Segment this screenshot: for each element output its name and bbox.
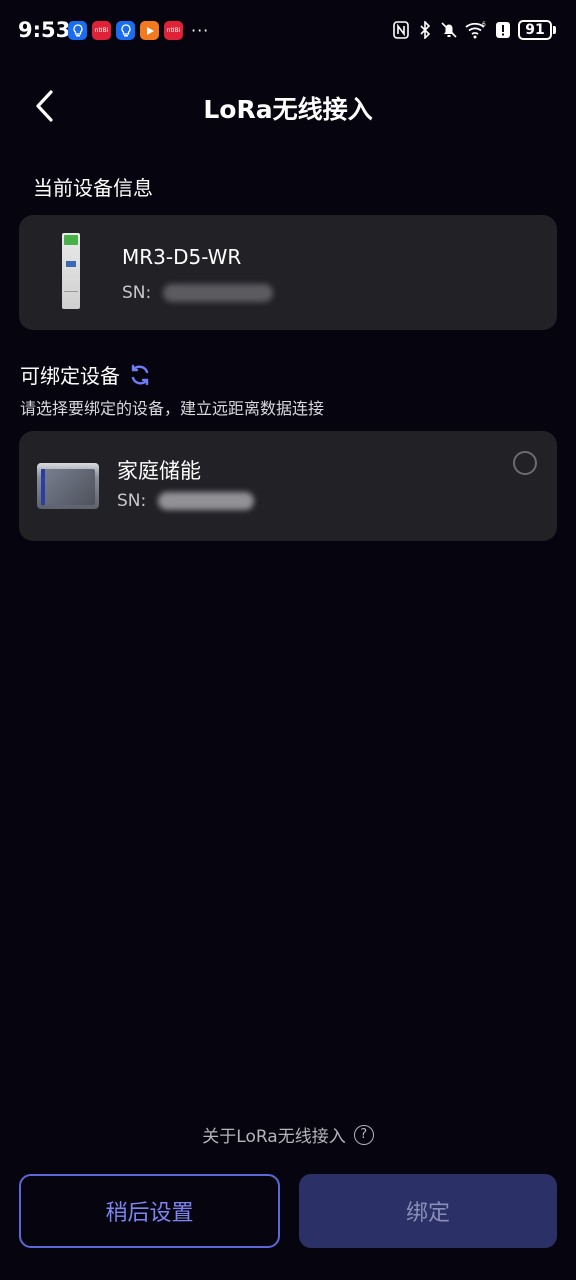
battery-icon: 91 — [518, 20, 556, 40]
page-title: LoRa无线接入 — [203, 95, 373, 124]
alert-icon — [494, 20, 512, 40]
current-device-name: MR3-D5-WR — [122, 245, 242, 269]
bindable-devices-section-title: 可绑定设备 — [20, 360, 152, 389]
bulb-app-icon-2 — [116, 21, 135, 40]
meter-device-image — [62, 233, 80, 309]
bind-button[interactable]: 绑定 — [299, 1174, 557, 1248]
status-bar: 9:53 ntIBi ntIBi ··· 6 91 — [0, 0, 576, 60]
sn-redacted — [162, 284, 273, 302]
svg-text:6: 6 — [482, 21, 486, 28]
device-select-radio[interactable] — [513, 451, 537, 475]
bindable-device-sn: SN: — [117, 491, 254, 511]
current-device-section-title: 当前设备信息 — [33, 176, 153, 200]
wifi-icon: 6 — [464, 20, 488, 40]
bindable-device-item[interactable]: 家庭储能 SN: — [19, 431, 557, 541]
more-notifications-icon: ··· — [191, 21, 210, 40]
system-icons: 6 91 — [392, 20, 556, 40]
notification-icons: ntIBi ntIBi ··· — [68, 21, 209, 40]
help-icon: ? — [353, 1124, 374, 1145]
status-time: 9:53 — [18, 18, 71, 42]
bluetooth-icon — [416, 20, 434, 40]
news-app-icon-2: ntIBi — [164, 21, 183, 40]
nfc-icon — [392, 20, 410, 40]
current-device-sn: SN: — [122, 283, 273, 303]
battery-level: 91 — [518, 20, 552, 40]
sn-redacted — [157, 492, 254, 510]
play-app-icon — [140, 21, 159, 40]
mute-bell-icon — [440, 20, 458, 40]
home-battery-image — [37, 463, 99, 509]
bulb-app-icon — [68, 21, 87, 40]
header: LoRa无线接入 — [0, 78, 576, 134]
news-app-icon: ntIBi — [92, 21, 111, 40]
lora-access-screen: 9:53 ntIBi ntIBi ··· 6 91 LoRa无线接入 当前设备信… — [0, 0, 576, 1280]
bindable-device-name: 家庭储能 — [117, 459, 201, 483]
about-lora-link[interactable]: 关于LoRa无线接入 ? — [0, 1122, 576, 1147]
bindable-devices-subtitle: 请选择要绑定的设备，建立远距离数据连接 — [20, 399, 325, 418]
refresh-icon[interactable] — [128, 363, 152, 387]
current-device-card: MR3-D5-WR SN: — [19, 215, 557, 330]
setup-later-button[interactable]: 稍后设置 — [19, 1174, 280, 1248]
